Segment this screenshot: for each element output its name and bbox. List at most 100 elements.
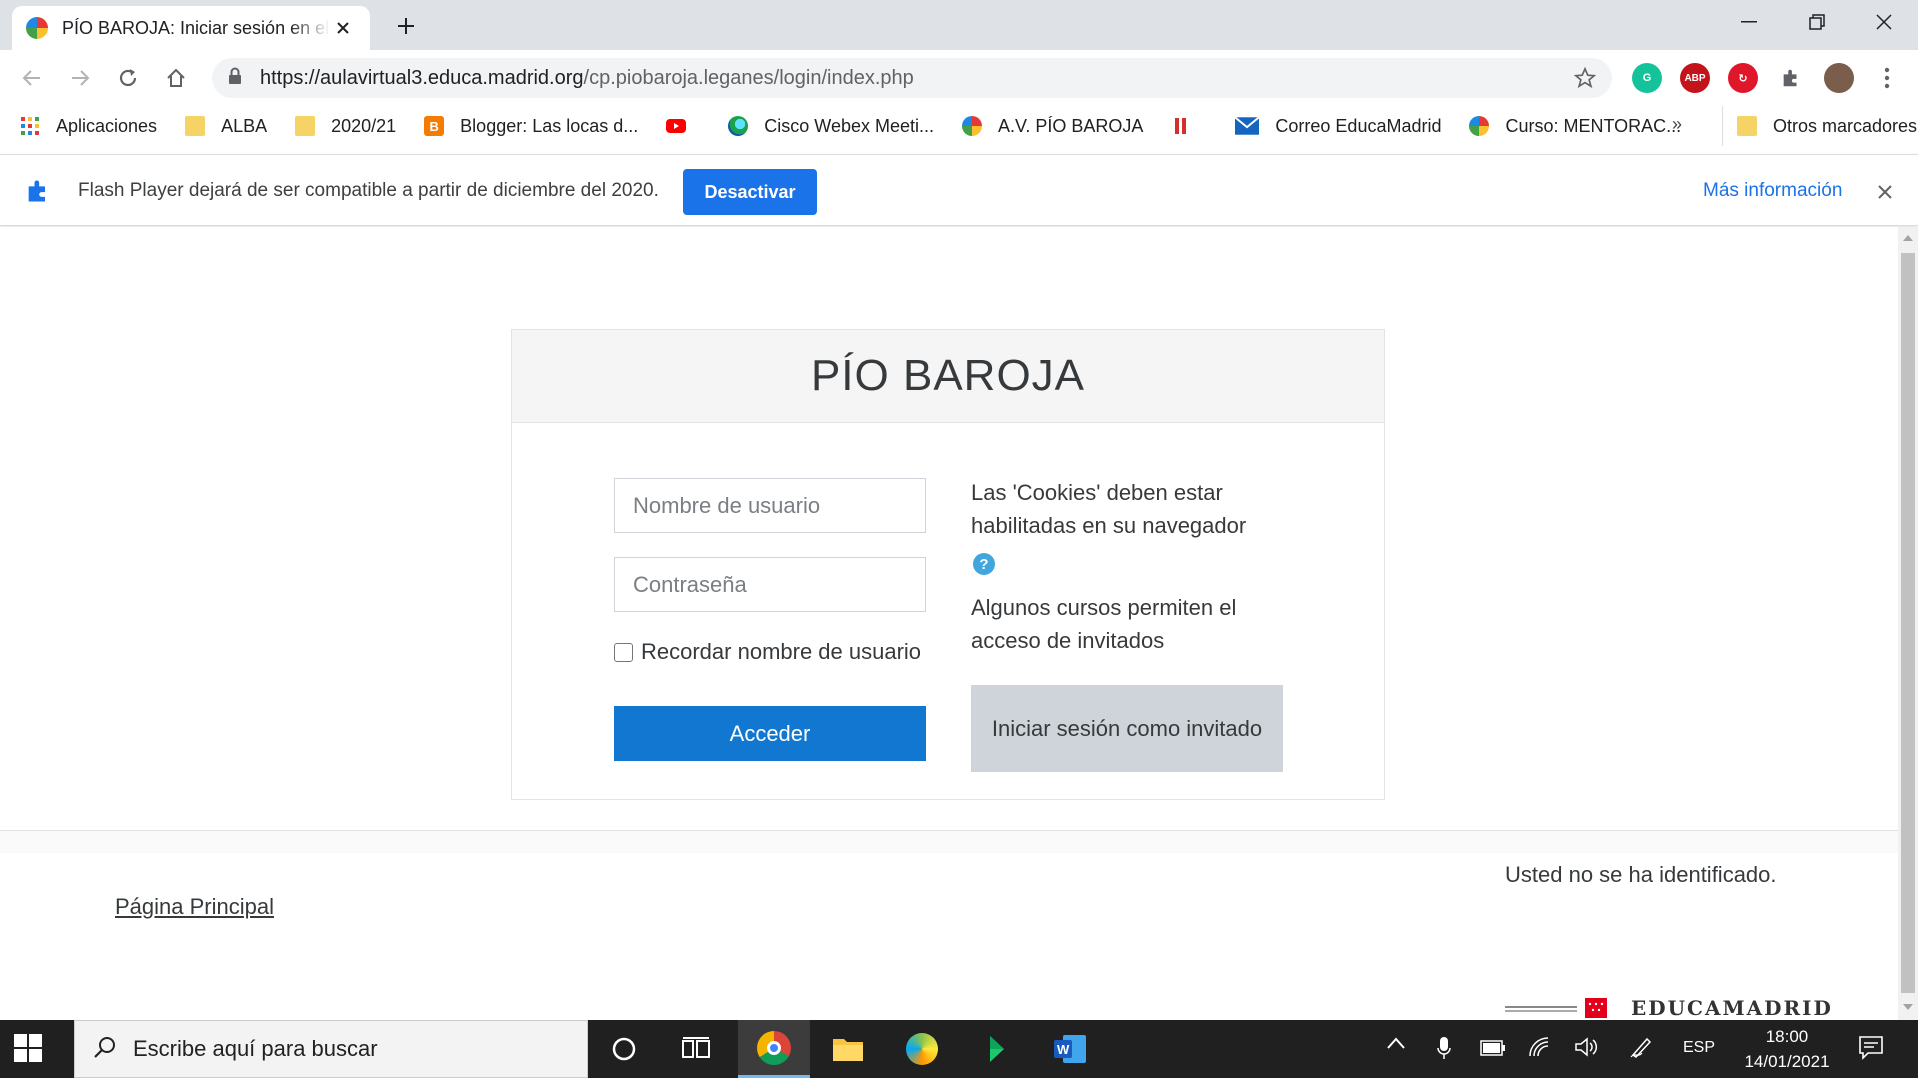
guest-login-button[interactable]: Iniciar sesión como invitado	[971, 685, 1283, 772]
bookmark-label: A.V. PÍO BAROJA	[998, 115, 1144, 136]
sync-extension-icon[interactable]: ↻	[1728, 63, 1758, 93]
chrome-menu-icon[interactable]	[1872, 63, 1902, 93]
webex-icon	[728, 116, 749, 136]
username-input[interactable]: Nombre de usuario	[614, 478, 926, 533]
pen-ink-icon[interactable]	[1630, 1036, 1652, 1063]
taskbar-search-placeholder: Escribe aquí para buscar	[133, 1036, 378, 1061]
profile-avatar[interactable]	[1824, 63, 1854, 93]
home-icon[interactable]	[160, 62, 192, 94]
folder-icon	[185, 116, 206, 136]
tab-strip: PÍO BAROJA: Iniciar sesión en el sitio	[0, 0, 1918, 50]
bookmark-apps[interactable]: Aplicaciones	[20, 116, 157, 137]
chrome-taskbar-icon[interactable]	[738, 1020, 810, 1078]
mail-icon	[1235, 116, 1260, 135]
bookmark-webex[interactable]: Cisco Webex Meeti...	[728, 116, 934, 137]
scroll-thumb[interactable]	[1901, 253, 1915, 993]
folder-icon	[295, 116, 316, 136]
deactivate-button[interactable]: Desactivar	[683, 169, 817, 215]
plugin-puzzle-icon	[24, 177, 52, 210]
moodle-favicon-icon	[1469, 116, 1490, 136]
address-bar[interactable]: https://aulavirtual3.educa.madrid.org/cp…	[212, 58, 1612, 98]
browser-toolbar: https://aulavirtual3.educa.madrid.org/cp…	[0, 50, 1918, 106]
cookies-notice: Las 'Cookies' deben estar habilitadas en…	[971, 480, 1247, 538]
comunidad-madrid-logo-icon	[1505, 996, 1609, 1020]
scroll-up-icon[interactable]	[1903, 235, 1913, 241]
browser-tab[interactable]: PÍO BAROJA: Iniciar sesión en el sitio	[12, 6, 370, 50]
taskbar-search[interactable]: Escribe aquí para buscar	[74, 1020, 588, 1078]
language-indicator[interactable]: ESP	[1683, 1039, 1715, 1057]
remember-username[interactable]: Recordar nombre de usuario	[614, 639, 921, 665]
bookmark-label: Cisco Webex Meeti...	[764, 115, 935, 136]
bookmark-correo[interactable]: Correo EducaMadrid	[1235, 116, 1441, 137]
task-view-icon[interactable]	[660, 1020, 732, 1078]
bookmark-youtube[interactable]	[666, 116, 700, 136]
remember-label: Recordar nombre de usuario	[641, 639, 922, 664]
login-button[interactable]: Acceder	[614, 706, 926, 761]
moodle-favicon-icon	[962, 116, 983, 136]
bookmark-label: Otros marcadores	[1773, 115, 1918, 136]
bookmark-alba[interactable]: ALBA	[185, 116, 267, 137]
youtube-icon	[666, 119, 687, 133]
bookmark-2020-21[interactable]: 2020/21	[295, 116, 396, 137]
back-icon[interactable]	[16, 62, 48, 94]
folder-icon	[1737, 116, 1757, 136]
notifications-icon[interactable]	[1858, 1034, 1884, 1065]
page-content: PÍO BAROJA Nombre de usuario Contraseña …	[0, 227, 1898, 1020]
bookmark-red-icon	[1175, 118, 1187, 134]
extensions-puzzle-icon[interactable]	[1776, 63, 1806, 93]
svg-text:W: W	[1057, 1042, 1070, 1057]
bookmark-label: Correo EducaMadrid	[1275, 115, 1442, 136]
site-favicon-icon	[26, 17, 48, 39]
footer-logos: EDUCAMADRID	[1505, 996, 1833, 1020]
restore-icon[interactable]	[1783, 0, 1851, 44]
site-title: PÍO BAROJA	[810, 351, 1086, 400]
login-status: Usted no se ha identificado.	[1505, 862, 1777, 887]
microphone-icon[interactable]	[1436, 1036, 1452, 1065]
bookmark-red[interactable]	[1171, 116, 1207, 136]
bookmarks-overflow-icon[interactable]: »	[1672, 114, 1682, 135]
bookmark-mentorac[interactable]: Curso: MENTORAC...	[1469, 116, 1681, 137]
wifi-icon[interactable]	[1528, 1036, 1550, 1063]
adblock-plus-icon[interactable]: ABP	[1680, 63, 1710, 93]
help-icon[interactable]: ?	[973, 553, 995, 575]
windows-start-icon[interactable]	[14, 1034, 42, 1067]
login-card-header: PÍO BAROJA	[512, 330, 1384, 423]
bookmark-other[interactable]: Otros marcadores	[1722, 106, 1917, 146]
clock[interactable]: 18:00 14/01/2021	[1732, 1024, 1842, 1074]
blogger-icon: B	[424, 116, 445, 136]
close-tab-icon[interactable]	[330, 15, 356, 41]
tab-title: PÍO BAROJA: Iniciar sesión en el sitio	[62, 17, 330, 38]
new-tab-icon[interactable]	[390, 10, 422, 42]
page-scrollbar[interactable]	[1898, 227, 1918, 1020]
bookmark-blogger[interactable]: B Blogger: Las locas d...	[424, 116, 638, 137]
forward-icon[interactable]	[64, 62, 96, 94]
photos-app-icon[interactable]	[886, 1020, 958, 1078]
home-page-link[interactable]: Página Principal	[115, 894, 274, 920]
close-window-icon[interactable]	[1850, 0, 1918, 44]
remember-checkbox[interactable]	[614, 642, 633, 662]
grammarly-icon[interactable]: G	[1632, 63, 1662, 93]
url-text: https://aulavirtual3.educa.madrid.org/cp…	[260, 66, 914, 89]
volume-icon[interactable]	[1574, 1036, 1600, 1063]
bookmark-star-icon[interactable]	[1573, 66, 1597, 94]
word-icon[interactable]: W	[1034, 1020, 1106, 1078]
reload-icon[interactable]	[112, 62, 144, 94]
file-explorer-icon[interactable]	[812, 1020, 884, 1078]
cortana-icon[interactable]	[588, 1020, 660, 1078]
bookmark-label: Blogger: Las locas d...	[460, 115, 639, 136]
bookmark-label: 2020/21	[331, 115, 397, 136]
password-input[interactable]: Contraseña	[614, 557, 926, 612]
bookmark-av-pio-baroja[interactable]: A.V. PÍO BAROJA	[962, 116, 1143, 137]
clock-date: 14/01/2021	[1744, 1052, 1830, 1071]
battery-icon[interactable]	[1480, 1036, 1506, 1063]
flash-infobar: Flash Player dejará de ser compatible a …	[0, 154, 1918, 226]
scroll-down-icon[interactable]	[1903, 1004, 1913, 1010]
more-info-link[interactable]: Más información	[1703, 180, 1842, 202]
minimize-icon[interactable]	[1715, 0, 1783, 44]
search-icon	[93, 1035, 117, 1064]
tray-chevron-icon[interactable]	[1386, 1036, 1406, 1055]
bookmarks-bar: Aplicaciones ALBA 2020/21 B Blogger: Las…	[0, 106, 1918, 146]
close-infobar-icon[interactable]	[1870, 177, 1900, 207]
bookmark-label: ALBA	[221, 115, 268, 136]
app-green-icon[interactable]	[960, 1020, 1032, 1078]
